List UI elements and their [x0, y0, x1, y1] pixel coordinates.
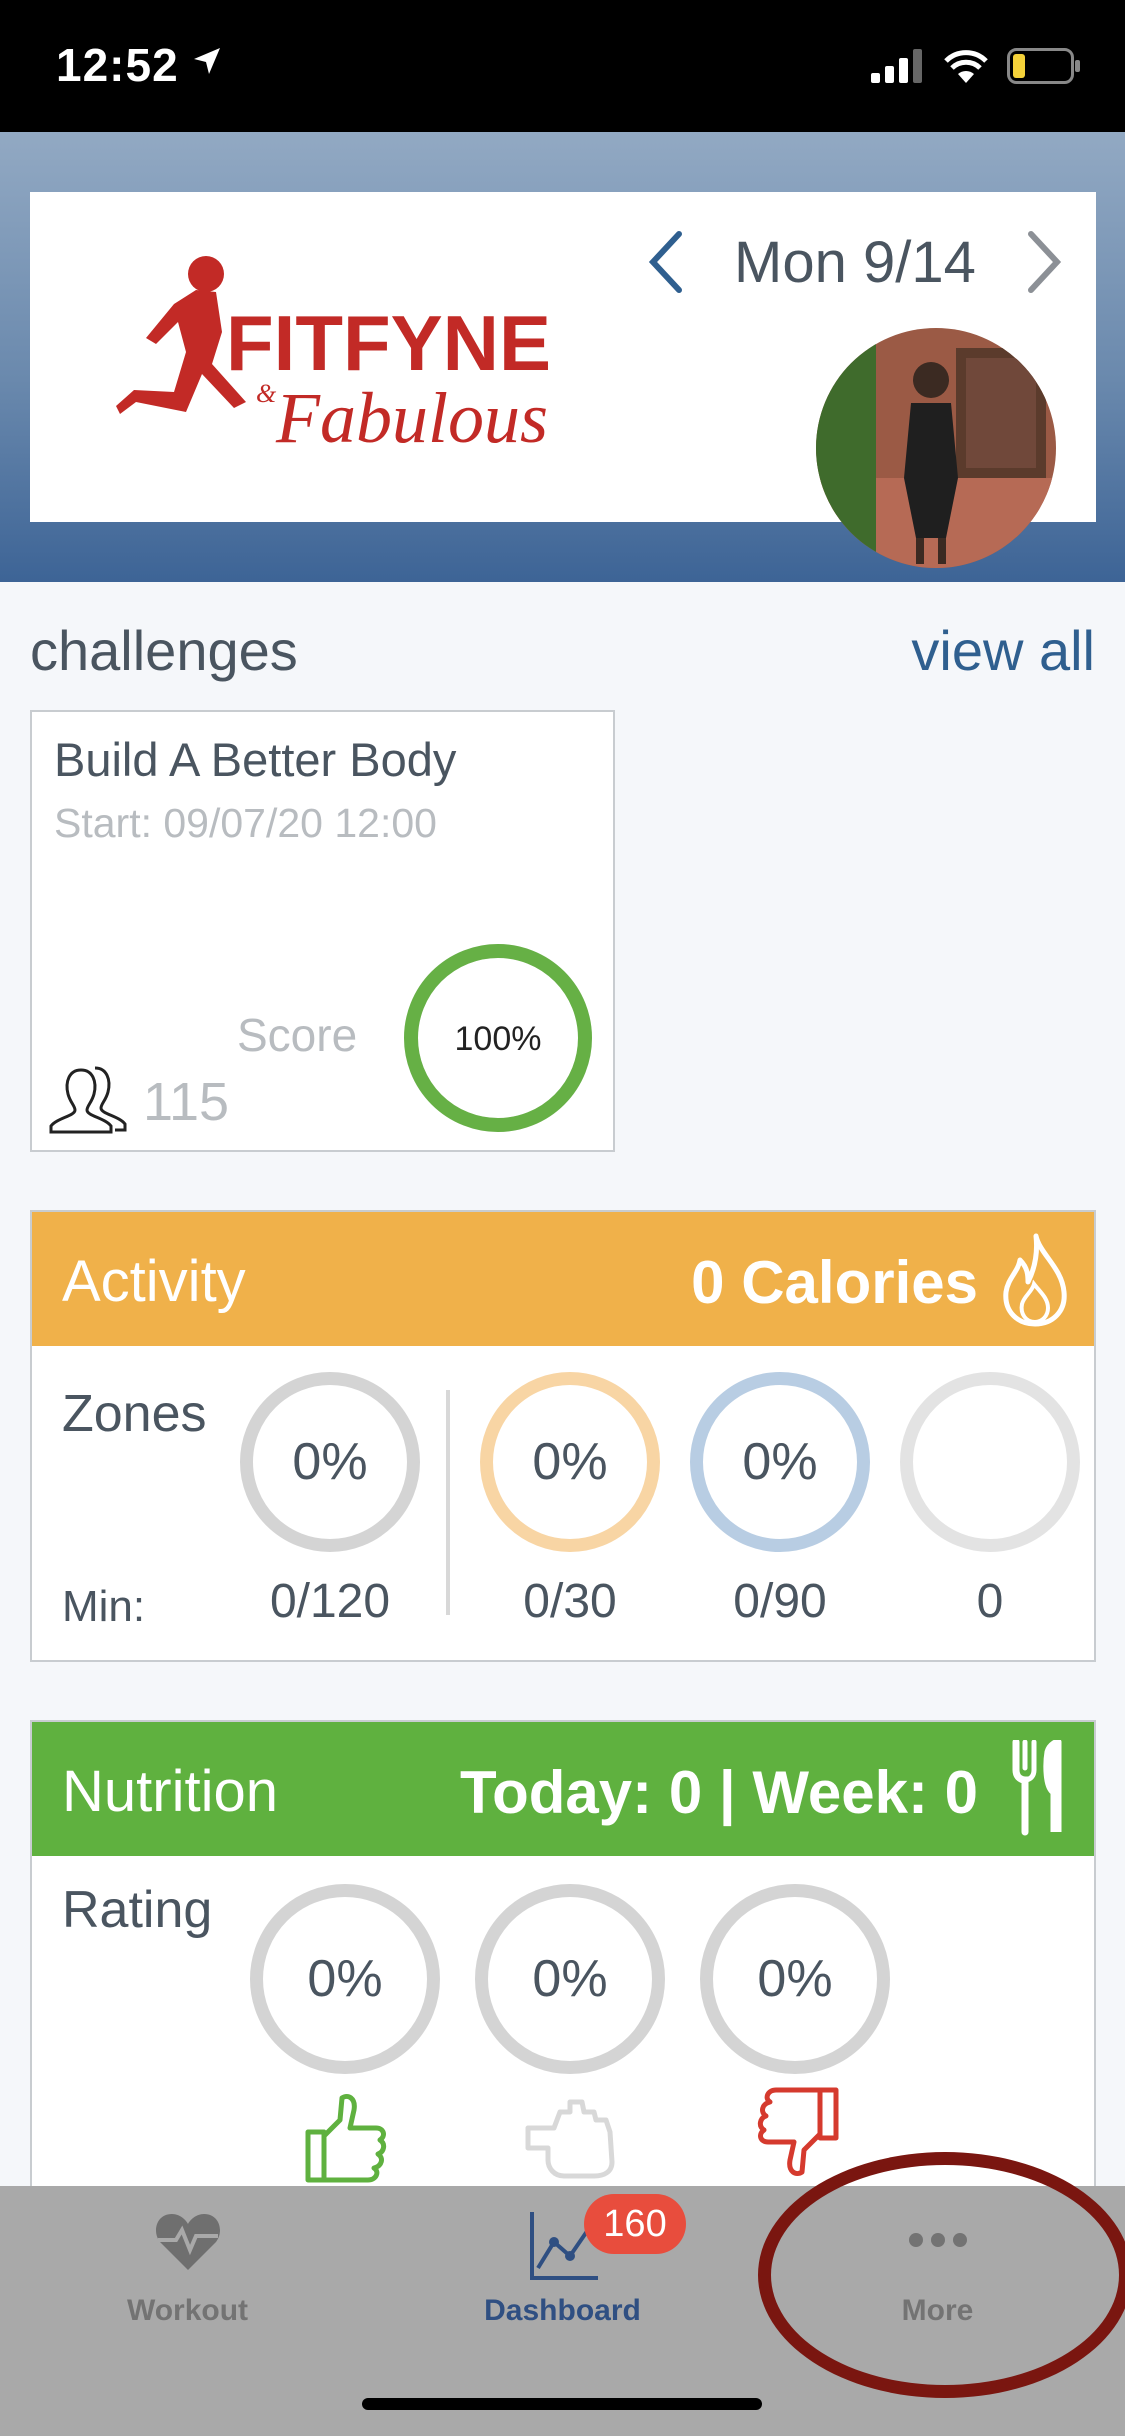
- zone-minutes: 0/90: [733, 1575, 827, 1628]
- challenges-heading: challenges: [30, 619, 298, 682]
- logo-ampersand: &: [256, 379, 277, 408]
- zone-pct: 0%: [292, 1433, 368, 1491]
- status-indicators: [871, 47, 1081, 89]
- logo-line2: Fabulous: [275, 378, 548, 458]
- next-day-button[interactable]: [1020, 222, 1070, 302]
- rating-ring: 0%: [700, 1884, 890, 2074]
- nutrition-header: Nutrition Today: 0 | Week: 0: [32, 1722, 1094, 1856]
- highlight-circle: [758, 2152, 1125, 2398]
- tab-workout[interactable]: Workout: [0, 2186, 375, 2356]
- tab-dashboard-label: Dashboard: [484, 2294, 641, 2327]
- location-arrow-icon: [192, 46, 222, 81]
- challenge-name: Build A Better Body: [54, 733, 457, 786]
- zone-divider: [446, 1390, 450, 1615]
- zone-pct: 0%: [742, 1433, 818, 1491]
- rating-label: Rating: [62, 1881, 213, 1939]
- zone-ring: 0%: [480, 1372, 660, 1552]
- battery-icon: [1007, 47, 1081, 89]
- score-ring: 100%: [402, 942, 594, 1134]
- status-bar: 12:52: [0, 0, 1125, 132]
- wifi-icon: [943, 49, 989, 88]
- activity-panel[interactable]: Activity 0 Calories Zones Min: 0% 0/120 …: [30, 1210, 1096, 1662]
- heart-pulse-icon: [0, 2210, 375, 2272]
- zone-pct: 0%: [532, 1433, 608, 1491]
- challenge-members: 115: [47, 1064, 229, 1139]
- profile-header: FITFYNE & Fabulous Mon 9/14: [0, 132, 1125, 582]
- rating-pct: 0%: [307, 1950, 383, 2008]
- rating-pct: 0%: [532, 1950, 608, 2008]
- hand-neutral-icon: [524, 2092, 620, 2185]
- challenge-card[interactable]: Build A Better Body Start: 09/07/20 12:0…: [30, 710, 615, 1152]
- signal-icon: [871, 48, 925, 88]
- zone-ring: 0%: [240, 1372, 420, 1552]
- logo-line1: FITFYNE: [226, 299, 551, 387]
- date-navigator: Mon 9/14: [640, 222, 1070, 302]
- home-indicator: [362, 2398, 762, 2410]
- fork-knife-icon: [1012, 1738, 1064, 1841]
- min-label: Min:: [62, 1582, 146, 1631]
- rating-ring: 0%: [475, 1884, 665, 2074]
- calories-total: 0 Calories: [691, 1249, 978, 1316]
- avatar[interactable]: [816, 328, 1056, 568]
- view-all-link[interactable]: view all: [911, 618, 1095, 683]
- members-count: 115: [143, 1071, 230, 1132]
- status-time: 12:52: [56, 39, 179, 91]
- participants-icon: [47, 1064, 129, 1139]
- brand-logo: FITFYNE & Fabulous: [116, 252, 606, 462]
- zones-label: Zones: [62, 1385, 207, 1443]
- thumbs-down-icon: [756, 2086, 840, 2183]
- current-date: Mon 9/14: [734, 229, 976, 295]
- zone-minutes: 0/120: [269, 1575, 391, 1628]
- zone-minutes: 0: [976, 1575, 1004, 1628]
- chevron-right-icon: [1027, 231, 1061, 293]
- notification-badge: 160: [584, 2194, 686, 2254]
- rating-ring: 0%: [250, 1884, 440, 2074]
- thumbs-up-icon: [304, 2092, 388, 2189]
- prev-day-button[interactable]: [640, 222, 690, 302]
- nutrition-title: Nutrition: [62, 1759, 278, 1824]
- rating-pct: 0%: [757, 1950, 833, 2008]
- chart-line-icon: [375, 2210, 750, 2284]
- score-value: 100%: [455, 1020, 542, 1058]
- activity-header: Activity 0 Calories: [32, 1212, 1094, 1346]
- zone-minutes: 0/30: [523, 1575, 617, 1628]
- nutrition-summary: Today: 0 | Week: 0: [459, 1759, 978, 1826]
- tab-dashboard[interactable]: Dashboard: [375, 2186, 750, 2356]
- zone-ring: 0%: [690, 1372, 870, 1552]
- flame-icon: [1000, 1232, 1070, 1333]
- chevron-left-icon: [648, 231, 682, 293]
- zone-ring: [900, 1372, 1080, 1552]
- activity-title: Activity: [62, 1249, 246, 1314]
- score-label: Score: [237, 1009, 358, 1061]
- tab-workout-label: Workout: [126, 2294, 249, 2327]
- challenge-start: Start: 09/07/20 12:00: [54, 800, 437, 846]
